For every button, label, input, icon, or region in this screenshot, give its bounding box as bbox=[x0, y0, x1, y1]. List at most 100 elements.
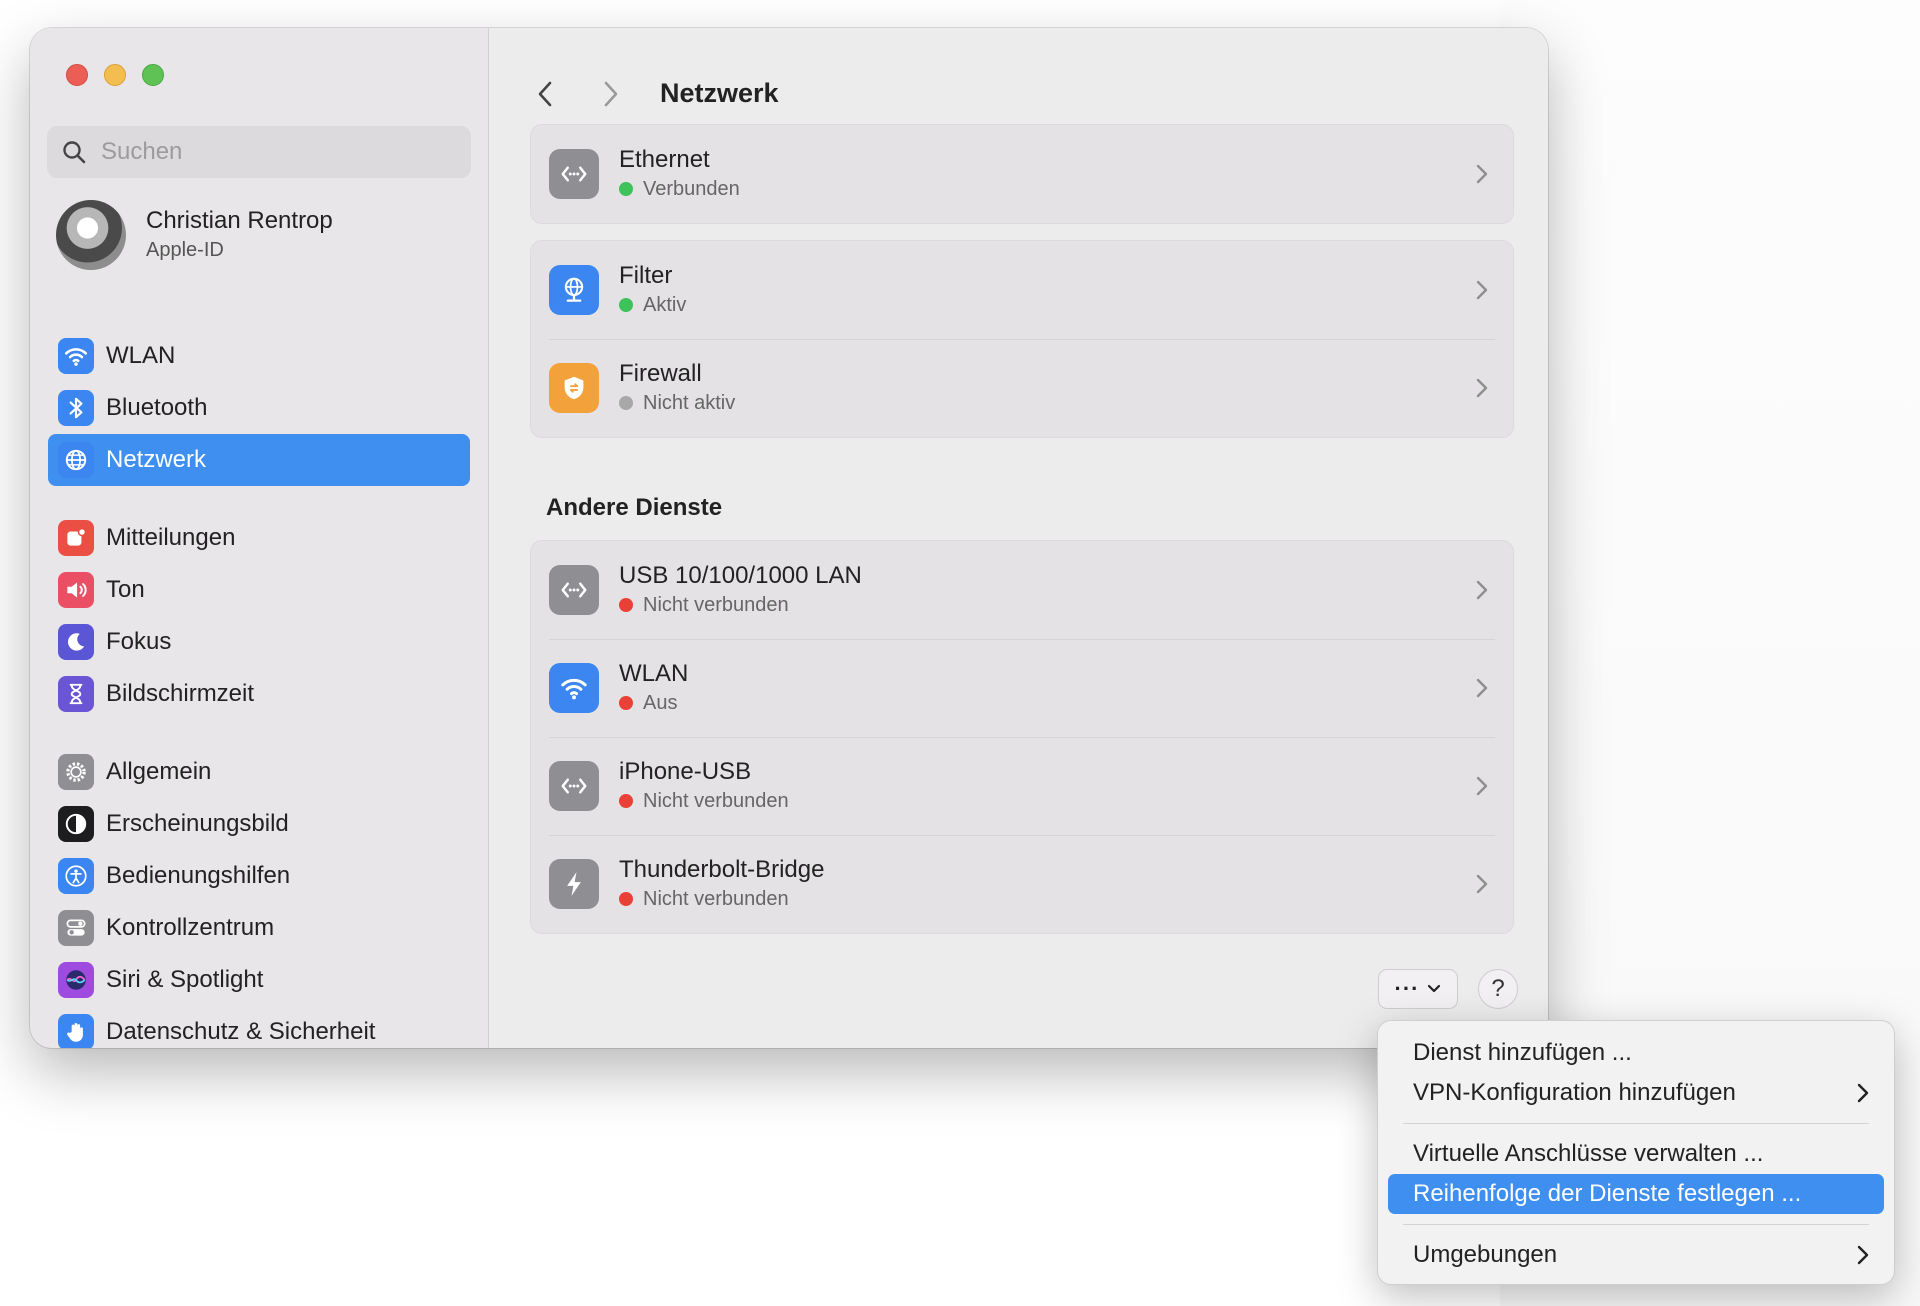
gear-icon bbox=[58, 754, 94, 790]
menu-item-label: VPN-Konfiguration hinzufügen bbox=[1413, 1079, 1736, 1106]
service-row-wlan[interactable]: WLAN Aus bbox=[531, 639, 1513, 737]
chevron-right-icon bbox=[1476, 378, 1488, 398]
service-status-text: Aktiv bbox=[643, 294, 687, 316]
siri-icon bbox=[58, 962, 94, 998]
firewall-shield-icon bbox=[549, 363, 599, 413]
status-dot bbox=[619, 892, 633, 906]
ellipsis-icon: ··· bbox=[1394, 976, 1420, 1001]
submenu-chevron-icon bbox=[1857, 1083, 1869, 1103]
service-row-iphone-usb[interactable]: iPhone-USB Nicht verbunden bbox=[531, 737, 1513, 835]
service-row-filter[interactable]: Filter Aktiv bbox=[531, 241, 1513, 339]
sidebar-item-label: Bluetooth bbox=[106, 394, 208, 421]
window-controls bbox=[66, 64, 164, 86]
chevron-right-icon bbox=[1476, 280, 1488, 300]
status-dot bbox=[619, 396, 633, 410]
sidebar-item-wlan[interactable]: WLAN bbox=[48, 330, 470, 382]
sidebar-item-label: Kontrollzentrum bbox=[106, 914, 275, 941]
sidebar-item-label: Bildschirmzeit bbox=[106, 680, 255, 707]
toggles-icon bbox=[58, 910, 94, 946]
hand-icon bbox=[58, 1014, 94, 1048]
service-status: Verbunden bbox=[619, 175, 740, 203]
status-dot bbox=[619, 794, 633, 808]
sidebar: Christian Rentrop Apple-ID WLAN Bluetooth… bbox=[30, 28, 489, 1048]
service-title: Thunderbolt-Bridge bbox=[619, 856, 825, 883]
service-status: Aus bbox=[619, 689, 688, 717]
service-status-text: Verbunden bbox=[643, 178, 740, 200]
sidebar-item-ton[interactable]: Ton bbox=[48, 564, 470, 616]
sidebar-item-siri-spotlight[interactable]: Siri & Spotlight bbox=[48, 954, 470, 1006]
bell-icon bbox=[58, 520, 94, 556]
hourglass-icon bbox=[58, 676, 94, 712]
service-title: iPhone-USB bbox=[619, 758, 752, 785]
speaker-icon bbox=[58, 572, 94, 608]
sidebar-item-allgemein[interactable]: Allgemein bbox=[48, 746, 470, 798]
close-button[interactable] bbox=[66, 64, 88, 86]
service-row-firewall[interactable]: Firewall Nicht aktiv bbox=[531, 339, 1513, 437]
service-status-text: Nicht verbunden bbox=[643, 790, 789, 812]
toolbar: Netzwerk bbox=[530, 78, 779, 109]
service-title: USB 10/100/1000 LAN bbox=[619, 562, 862, 589]
ethernet-icon bbox=[549, 565, 599, 615]
menu-item-vpn-konfiguration-hinzuf-gen[interactable]: VPN-Konfiguration hinzufügen bbox=[1388, 1073, 1884, 1113]
sidebar-item-fokus[interactable]: Fokus bbox=[48, 616, 470, 668]
appearance-icon bbox=[58, 806, 94, 842]
menu-item-umgebungen[interactable]: Umgebungen bbox=[1388, 1235, 1884, 1275]
menu-item-dienst-hinzuf-gen[interactable]: Dienst hinzufügen ... bbox=[1388, 1033, 1884, 1073]
service-status: Nicht verbunden bbox=[619, 591, 862, 619]
forward-button[interactable] bbox=[596, 79, 626, 109]
apple-id-profile[interactable]: Christian Rentrop Apple-ID bbox=[56, 200, 333, 270]
ethernet-icon bbox=[549, 149, 599, 199]
bluetooth-icon bbox=[58, 390, 94, 426]
menu-item-label: Umgebungen bbox=[1413, 1241, 1558, 1268]
actions-menu-button[interactable]: ··· bbox=[1378, 969, 1458, 1009]
search-input[interactable] bbox=[101, 138, 441, 166]
status-dot bbox=[619, 696, 633, 710]
sidebar-item-label: Allgemein bbox=[106, 758, 212, 785]
status-dot bbox=[619, 298, 633, 312]
search-field[interactable] bbox=[47, 126, 471, 178]
zoom-button[interactable] bbox=[142, 64, 164, 86]
page-title: Netzwerk bbox=[660, 78, 779, 108]
sidebar-item-datenschutz-sicherheit[interactable]: Datenschutz & Sicherheit bbox=[48, 1006, 470, 1048]
chevron-right-icon bbox=[1476, 776, 1488, 796]
sidebar-group-system: Allgemein Erscheinungsbild Bedienungshilfe… bbox=[48, 746, 470, 1048]
sidebar-item-bildschirmzeit[interactable]: Bildschirmzeit bbox=[48, 668, 470, 720]
menu-item-virtuelle-anschl-sse-verwalten[interactable]: Virtuelle Anschlüsse verwalten ... bbox=[1388, 1134, 1884, 1174]
menu-item-reihenfolge-der-dienste-festlegen[interactable]: Reihenfolge der Dienste festlegen ... bbox=[1388, 1174, 1884, 1214]
filter-globe-icon bbox=[549, 265, 599, 315]
sidebar-item-mitteilungen[interactable]: Mitteilungen bbox=[48, 512, 470, 564]
sidebar-item-bedienungshilfen[interactable]: Bedienungshilfen bbox=[48, 850, 470, 902]
services-card: Ethernet Verbunden bbox=[530, 124, 1514, 224]
service-status: Nicht aktiv bbox=[619, 389, 735, 417]
search-icon bbox=[63, 141, 86, 164]
sidebar-item-erscheinungsbild[interactable]: Erscheinungsbild bbox=[48, 798, 470, 850]
sidebar-group-connectivity: WLAN Bluetooth Netzwerk bbox=[48, 330, 470, 486]
moon-icon bbox=[58, 624, 94, 660]
sidebar-item-kontrollzentrum[interactable]: Kontrollzentrum bbox=[48, 902, 470, 954]
service-status: Nicht verbunden bbox=[619, 787, 789, 815]
service-status-text: Aus bbox=[643, 692, 678, 714]
service-title: WLAN bbox=[619, 660, 689, 687]
wifi-icon bbox=[549, 663, 599, 713]
minimize-button[interactable] bbox=[104, 64, 126, 86]
settings-window: Christian Rentrop Apple-ID WLAN Bluetooth… bbox=[30, 28, 1548, 1048]
back-button[interactable] bbox=[530, 79, 560, 109]
chevron-right-icon bbox=[1476, 164, 1488, 184]
avatar bbox=[56, 200, 126, 270]
menu-item-label: Reihenfolge der Dienste festlegen ... bbox=[1413, 1180, 1802, 1207]
chevron-left-icon bbox=[538, 81, 552, 106]
sidebar-item-label: Siri & Spotlight bbox=[106, 966, 264, 993]
service-row-thunderbolt-bridge[interactable]: Thunderbolt-Bridge Nicht verbunden bbox=[531, 835, 1513, 933]
service-row-usb-10-100-1000-lan[interactable]: USB 10/100/1000 LAN Nicht verbunden bbox=[531, 541, 1513, 639]
sidebar-item-netzwerk[interactable]: Netzwerk bbox=[48, 434, 470, 486]
thunderbolt-icon bbox=[549, 859, 599, 909]
service-status-text: Nicht verbunden bbox=[643, 888, 789, 910]
service-status-text: Nicht verbunden bbox=[643, 594, 789, 616]
chevron-down-icon bbox=[1428, 984, 1441, 993]
help-button[interactable]: ? bbox=[1478, 969, 1518, 1009]
globe-icon bbox=[58, 442, 94, 478]
menu-item-label: Virtuelle Anschlüsse verwalten ... bbox=[1413, 1140, 1764, 1167]
sidebar-item-bluetooth[interactable]: Bluetooth bbox=[48, 382, 470, 434]
service-row-ethernet[interactable]: Ethernet Verbunden bbox=[531, 125, 1513, 223]
sidebar-item-label: Netzwerk bbox=[106, 446, 207, 473]
